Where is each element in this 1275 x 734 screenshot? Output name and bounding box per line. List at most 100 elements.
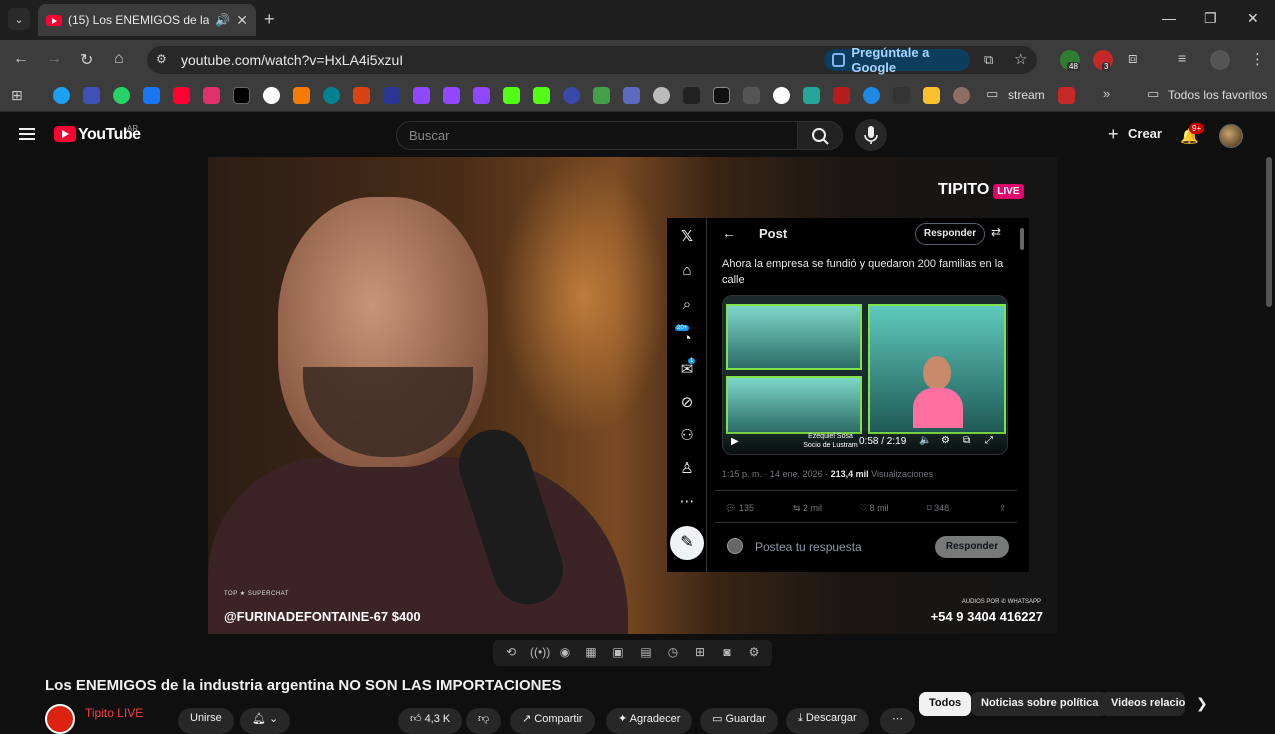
mini-player-icon[interactable]: ◉ — [557, 645, 573, 659]
browser-tab-active[interactable]: (15) Los ENEMIGOS de la in 🔊 ✕ — [38, 4, 256, 36]
instagram-bookmark-icon[interactable] — [203, 87, 220, 104]
home-icon[interactable]: ⌂ — [114, 50, 124, 68]
speaker-icon[interactable]: 🔊 — [215, 13, 230, 27]
search-button[interactable] — [797, 121, 843, 150]
screenshot-frame-icon[interactable]: ⊞ — [692, 645, 708, 659]
bookmark-10-icon[interactable] — [323, 87, 340, 104]
bookmark-20-icon[interactable] — [623, 87, 640, 104]
twitch-bookmark-3-icon[interactable] — [473, 87, 490, 104]
cinema-icon[interactable]: ▦ — [583, 645, 599, 659]
google-bookmark-icon[interactable] — [263, 87, 280, 104]
bookmark-11-icon[interactable] — [353, 87, 370, 104]
new-tab-icon[interactable]: + — [264, 9, 275, 30]
bookmark-1-icon[interactable] — [53, 87, 70, 104]
reload-icon[interactable]: ↻ — [80, 50, 93, 70]
facebook-bookmark-icon[interactable] — [143, 87, 160, 104]
browser-menu-icon[interactable]: ⋮ — [1250, 50, 1265, 68]
dislike-button[interactable]: 👎︎ — [466, 708, 502, 734]
media-controls-icon[interactable]: ≡ — [1178, 50, 1186, 66]
bookmark-21-icon[interactable] — [653, 87, 670, 104]
brand-name: TIPITO — [938, 181, 990, 198]
bookmark-9-icon[interactable] — [293, 87, 310, 104]
restore-icon[interactable]: ❐ — [1204, 10, 1217, 27]
more-bookmarks-icon[interactable]: » — [1103, 86, 1110, 101]
profile-icon[interactable] — [1210, 50, 1230, 70]
close-window-icon[interactable]: ✕ — [1247, 10, 1259, 27]
url-text[interactable]: youtube.com/watch?v=HxLA4i5xzuI — [181, 52, 403, 68]
bookmark-22-icon[interactable] — [683, 87, 700, 104]
subscribed-bell-button[interactable]: 🔔︎ ⌄ — [240, 708, 291, 734]
all-bookmarks-folder-icon: ▭ — [1147, 86, 1160, 101]
x-reposts-count: 2 mil — [803, 503, 823, 513]
settings-gear-icon[interactable]: ⚙ — [746, 645, 762, 659]
install-app-icon[interactable]: ⧉ — [984, 52, 993, 68]
twitch-bookmark-1-icon[interactable] — [413, 87, 430, 104]
search-input[interactable]: Buscar — [396, 121, 798, 150]
site-settings-icon[interactable]: ⚙ — [156, 52, 167, 66]
account-avatar[interactable] — [1219, 124, 1243, 148]
channel-name[interactable]: Tipito LIVE — [85, 706, 143, 720]
bookmark-19-icon[interactable] — [593, 87, 610, 104]
theater-icon[interactable]: ▤ — [638, 645, 654, 659]
minimize-icon[interactable]: — — [1162, 10, 1176, 26]
kick-bookmark-1-icon[interactable] — [503, 87, 520, 104]
bookmark-29-icon[interactable] — [893, 87, 910, 104]
ask-google-button[interactable]: Pregúntale a Google — [824, 45, 970, 75]
speed-icon[interactable]: ◷ — [665, 645, 681, 659]
chip-all[interactable]: Todos — [919, 692, 972, 716]
apps-grid-icon[interactable]: ⊞ — [11, 87, 23, 104]
voice-search-button[interactable] — [855, 119, 887, 151]
create-button[interactable]: Crear — [1128, 126, 1162, 141]
download-button[interactable]: ⤓ Descargar — [786, 708, 869, 734]
close-tab-icon[interactable]: ✕ — [236, 12, 248, 29]
bookmark-24-icon[interactable] — [743, 87, 760, 104]
x-bookmark-icon[interactable] — [233, 87, 250, 104]
bookmark-32-icon[interactable] — [1058, 87, 1075, 104]
page-scrollbar[interactable] — [1266, 157, 1272, 307]
bookmark-12-icon[interactable] — [383, 87, 400, 104]
like-button[interactable]: 👍︎ 4,3 K — [398, 708, 463, 734]
tab-search-chevron-icon[interactable]: ⌄ — [8, 8, 30, 30]
twitch-bookmark-2-icon[interactable] — [443, 87, 460, 104]
media-time: 0:58 / 2:19 — [859, 436, 907, 447]
kick-bookmark-2-icon[interactable] — [533, 87, 550, 104]
thanks-button[interactable]: ✦ Agradecer — [606, 708, 693, 734]
audio-icon[interactable]: ((•)) — [530, 645, 550, 659]
all-bookmarks-link[interactable]: Todos los favoritos — [1168, 88, 1267, 102]
save-icon: ▭ — [712, 713, 726, 725]
bookmark-26-icon[interactable] — [803, 87, 820, 104]
save-button[interactable]: ▭ Guardar — [700, 708, 778, 734]
bookmark-18-icon[interactable] — [563, 87, 580, 104]
chip-politics-news[interactable]: Noticias sobre política — [971, 692, 1109, 716]
back-icon[interactable]: ← — [13, 50, 29, 68]
folder-icon: ▭ — [986, 86, 999, 101]
x-replies: 💬︎ 135 — [725, 503, 754, 514]
more-actions-button[interactable]: ⋯ — [880, 708, 915, 734]
join-button[interactable]: Unirse — [178, 708, 234, 734]
bookmark-23-icon[interactable] — [713, 87, 730, 104]
loop-icon[interactable]: ⟲ — [503, 645, 519, 659]
media-fullscreen-icon: ⤢ — [985, 435, 993, 446]
bookmark-2-icon[interactable] — [83, 87, 100, 104]
bookmark-31-icon[interactable] — [953, 87, 970, 104]
media-volume-icon: 🔈 — [919, 435, 932, 446]
chip-related-videos[interactable]: Videos relacionados — [1101, 692, 1185, 716]
forward-icon[interactable]: → — [46, 50, 62, 68]
youtube-logo-icon[interactable] — [54, 126, 76, 142]
share-button[interactable]: ↗ Compartir — [510, 708, 595, 734]
extensions-puzzle-icon[interactable]: ⧈ — [1128, 50, 1138, 67]
camera-icon[interactable]: ◙ — [719, 645, 735, 659]
bookmark-folder-stream[interactable]: stream — [1008, 88, 1045, 102]
bookmark-25-icon[interactable] — [773, 87, 790, 104]
pip-icon[interactable]: ▣ — [610, 645, 626, 659]
whatsapp-bookmark-icon[interactable] — [113, 87, 130, 104]
chips-next-arrow-icon[interactable]: ❯ — [1196, 695, 1208, 712]
bookmark-28-icon[interactable] — [863, 87, 880, 104]
bookmark-30-icon[interactable] — [923, 87, 940, 104]
video-player[interactable]: TIPITO LIVE 𝕏 ⌂ ⌕ ◔ 20+ ✉ 1 ⊘ ⚇ ♙ ⋯ ✎ ← P… — [208, 157, 1057, 634]
bookmark-star-icon[interactable]: ☆ — [1014, 50, 1027, 68]
youtube-bookmark-icon[interactable] — [173, 87, 190, 104]
guide-menu-icon[interactable] — [19, 128, 35, 140]
bookmark-27-icon[interactable] — [833, 87, 850, 104]
channel-avatar[interactable] — [45, 704, 75, 734]
